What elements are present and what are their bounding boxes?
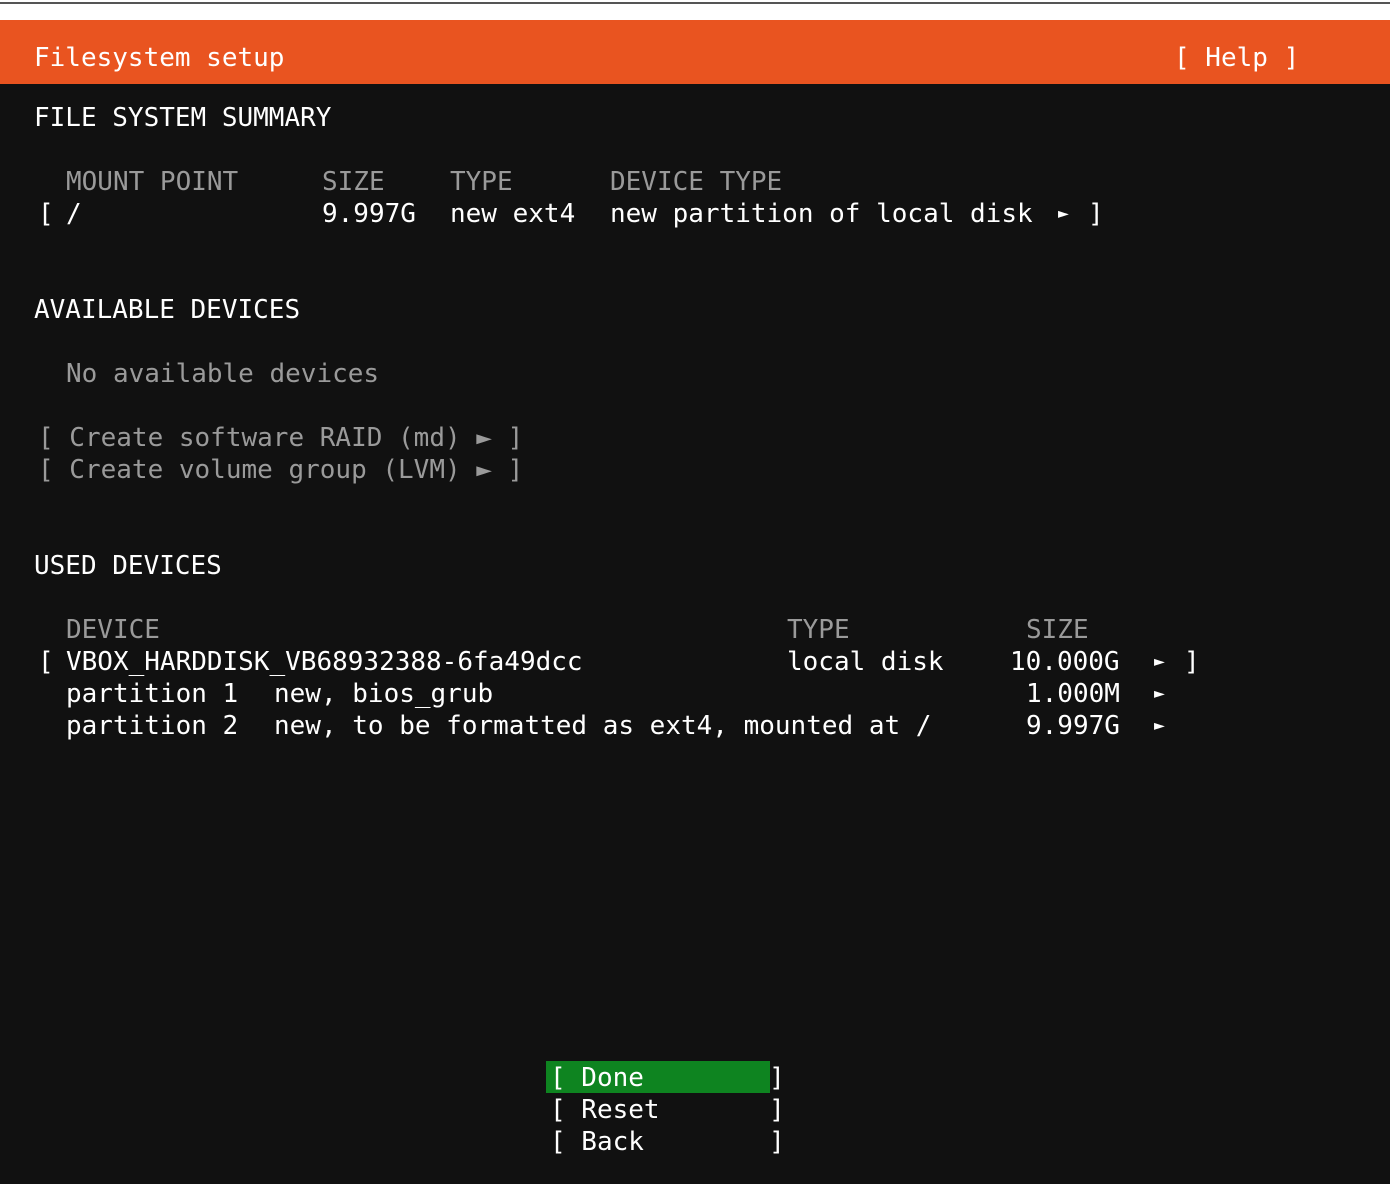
disk-close-bracket: ]	[1184, 647, 1200, 677]
done-button[interactable]: [ Done ]	[550, 1062, 785, 1094]
partition-name: partition 1	[66, 679, 239, 709]
row-size: 9.997G	[322, 199, 416, 229]
create-lvm-button[interactable]: [ Create volume group (LVM) ► ]	[38, 454, 523, 486]
row-open-bracket: [	[38, 199, 54, 229]
disk-name: VBOX_HARDDISK_VB68932388-6fa49dcc	[66, 647, 583, 677]
available-section-title: AVAILABLE DEVICES	[34, 295, 301, 325]
back-button[interactable]: [ Back ]	[550, 1126, 785, 1158]
summary-section-title: FILE SYSTEM SUMMARY	[34, 103, 332, 133]
partition-desc: new, to be formatted as ext4, mounted at…	[274, 711, 932, 741]
partition-arrow-icon: ►	[1154, 683, 1165, 704]
disk-type: local disk	[787, 647, 944, 677]
window-top-strip	[0, 0, 1390, 20]
header-bar: Filesystem setup [ Help ]	[0, 20, 1390, 84]
row-mount-point: /	[66, 199, 82, 229]
col-type: TYPE	[450, 167, 513, 197]
col-used-size: SIZE	[1026, 615, 1089, 645]
col-size: SIZE	[322, 167, 385, 197]
page-title: Filesystem setup	[34, 43, 285, 73]
col-device-type: DEVICE TYPE	[610, 167, 783, 197]
used-section-title: USED DEVICES	[34, 551, 222, 581]
create-raid-button[interactable]: [ Create software RAID (md) ► ]	[38, 422, 523, 454]
disk-open-bracket: [	[38, 647, 54, 677]
col-used-type: TYPE	[787, 615, 850, 645]
partition-name: partition 2	[66, 711, 239, 741]
row-arrow-icon: ►	[1058, 203, 1069, 224]
row-close-bracket: ]	[1088, 199, 1104, 229]
col-mount-point: MOUNT POINT	[66, 167, 239, 197]
partition-size: 9.997G	[1026, 711, 1120, 741]
col-device: DEVICE	[66, 615, 160, 645]
reset-button[interactable]: [ Reset ]	[550, 1094, 785, 1126]
row-device-type: new partition of local disk	[610, 199, 1033, 229]
row-type: new ext4	[450, 199, 576, 229]
partition-arrow-icon: ►	[1154, 715, 1165, 736]
no-available-devices-text: No available devices	[66, 359, 380, 389]
partition-size: 1.000M	[1026, 679, 1120, 709]
partition-desc: new, bios_grub	[274, 679, 494, 709]
disk-size: 10.000G	[1010, 647, 1120, 677]
disk-arrow-icon: ►	[1154, 651, 1165, 672]
help-button[interactable]: [ Help ]	[1174, 42, 1299, 74]
